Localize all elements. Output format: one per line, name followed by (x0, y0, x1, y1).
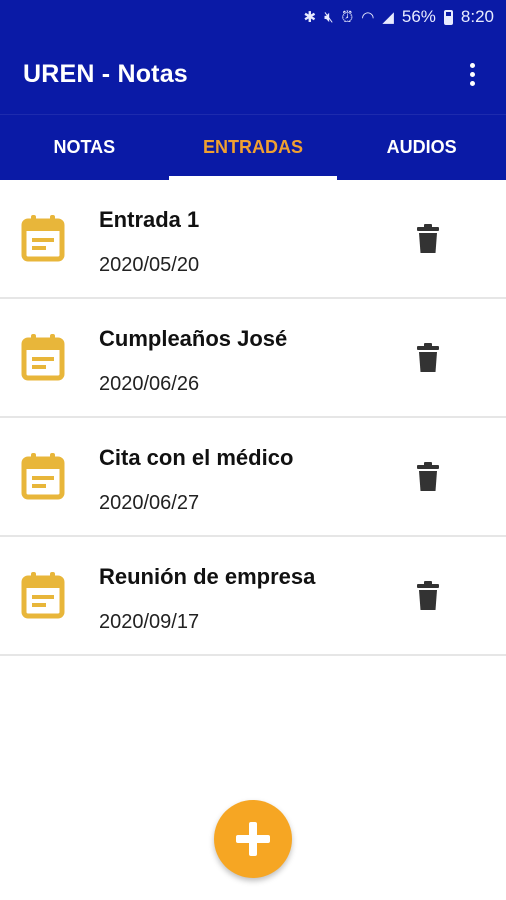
battery-icon (443, 9, 453, 25)
app-bar: UREN - Notas (0, 34, 506, 114)
battery-percent: 56% (401, 7, 436, 26)
entry-date: 2020/09/17 (99, 611, 200, 633)
entry-date: 2020/05/20 (99, 254, 200, 276)
event-note-icon (21, 453, 65, 500)
entry-title: Cumpleaños José (99, 326, 288, 351)
wifi-icon: ◠ (361, 8, 375, 26)
delete-icon[interactable] (414, 462, 442, 492)
entry-list: Entrada 1 2020/05/20 Cumpleaños José 202… (0, 180, 506, 656)
tab-entradas[interactable]: ENTRADAS (168, 115, 338, 180)
add-icon (236, 822, 270, 856)
tab-bar: NOTAS ENTRADAS AUDIOS (0, 114, 506, 180)
entry-date: 2020/06/26 (99, 373, 200, 395)
status-time: 8:20 (460, 7, 494, 26)
entry-title: Cita con el médico (99, 445, 294, 470)
delete-icon[interactable] (414, 581, 442, 611)
signal-icon: ◢ (382, 8, 394, 26)
entry-title: Entrada 1 (99, 207, 200, 232)
app-title: UREN - Notas (23, 59, 188, 88)
list-item[interactable]: Entrada 1 2020/05/20 (0, 180, 506, 299)
tab-audios[interactable]: AUDIOS (337, 115, 506, 180)
status-bar: ✱ 🔇︎ ⏰︎ ◠ ◢ 56% 8:20 (0, 0, 506, 34)
delete-icon[interactable] (414, 224, 442, 254)
entry-date: 2020/06/27 (99, 492, 200, 514)
bluetooth-icon: ✱ (303, 8, 317, 26)
mute-icon: 🔇︎ (324, 8, 334, 26)
list-item[interactable]: Cumpleaños José 2020/06/26 (0, 299, 506, 418)
event-note-icon (21, 215, 65, 262)
alarm-icon: ⏰︎ (341, 8, 354, 26)
event-note-icon (21, 334, 65, 381)
delete-icon[interactable] (414, 343, 442, 373)
list-item[interactable]: Reunión de empresa 2020/09/17 (0, 537, 506, 656)
entry-title: Reunión de empresa (99, 564, 316, 589)
event-note-icon (21, 572, 65, 619)
tab-notas[interactable]: NOTAS (0, 115, 169, 180)
list-item[interactable]: Cita con el médico 2020/06/27 (0, 418, 506, 537)
more-vert-icon[interactable] (460, 54, 484, 94)
add-button[interactable] (214, 800, 292, 878)
